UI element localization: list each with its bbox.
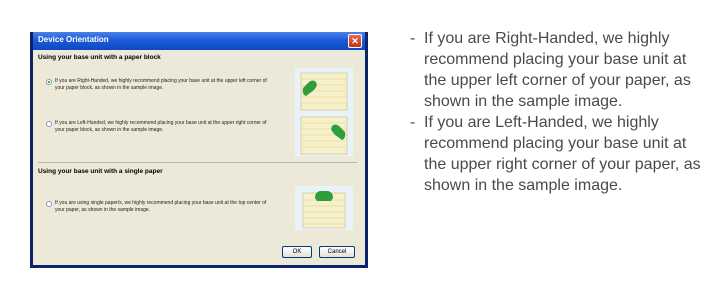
sample-image-single-paper	[295, 186, 353, 230]
description-text-left-handed: If you are Left-Handed, we highly recomm…	[424, 114, 701, 194]
ok-button[interactable]: OK	[282, 246, 312, 258]
description-text-right-handed: If you are Right-Handed, we highly recom…	[424, 30, 691, 110]
section-heading-single-paper: Using your base unit with a single paper	[38, 168, 163, 175]
radio-left-handed[interactable]	[46, 121, 52, 127]
section-heading-paper-block: Using your base unit with a paper block	[38, 54, 161, 61]
option-single-paper-text: If you are using single paper/s, we high…	[55, 200, 267, 213]
sample-image-left-handed	[295, 112, 353, 156]
cancel-button[interactable]: Cancel	[319, 246, 355, 258]
description-list: - If you are Right-Handed, we highly rec…	[410, 28, 710, 196]
description-item-left-handed: - If you are Left-Handed, we highly reco…	[410, 112, 710, 196]
radio-single-paper[interactable]	[46, 201, 52, 207]
bullet-dash: -	[410, 30, 416, 47]
bullet-dash: -	[410, 114, 416, 131]
option-left-handed-text: If you are Left-Handed, we highly recomm…	[55, 120, 267, 133]
section-divider	[38, 162, 357, 163]
device-orientation-dialog: Device Orientation ✕ Using your base uni…	[30, 32, 368, 268]
sample-image-right-handed	[295, 68, 353, 112]
radio-right-handed[interactable]	[46, 79, 52, 85]
description-item-right-handed: - If you are Right-Handed, we highly rec…	[410, 28, 710, 112]
close-button[interactable]: ✕	[348, 34, 362, 48]
dialog-client-area: Using your base unit with a paper block …	[33, 50, 365, 265]
dialog-titlebar[interactable]: Device Orientation ✕	[33, 32, 365, 50]
close-icon: ✕	[351, 36, 359, 46]
dialog-title: Device Orientation	[38, 35, 109, 44]
option-right-handed-text: If you are Right-Handed, we highly recom…	[55, 78, 267, 91]
